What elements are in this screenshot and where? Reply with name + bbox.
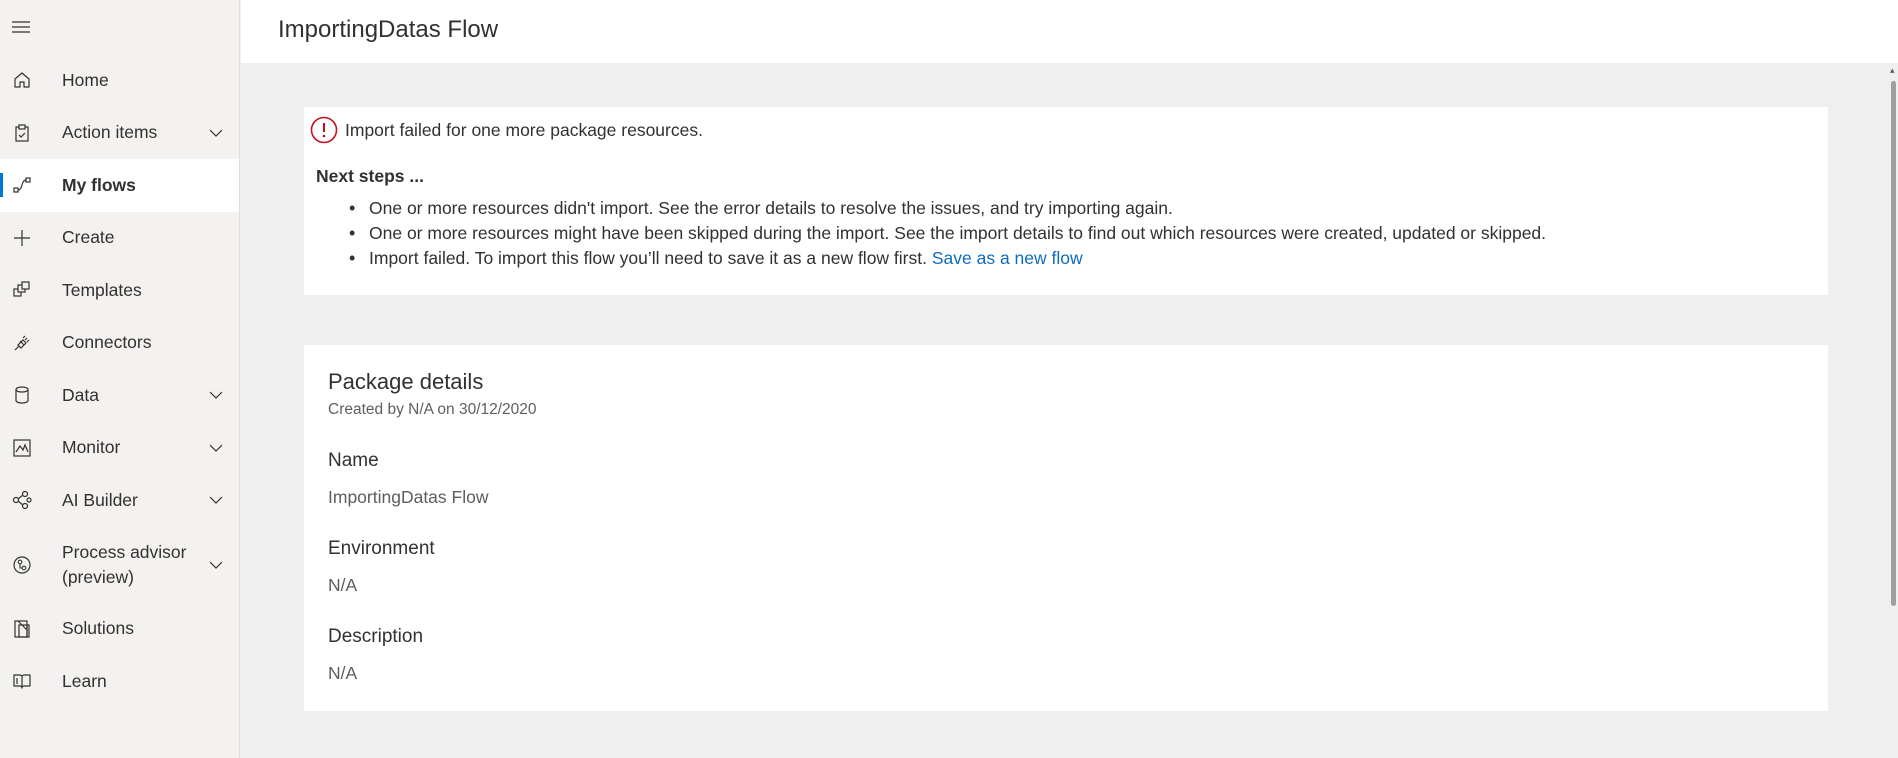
- database-icon: [12, 385, 32, 405]
- book-icon: [12, 671, 32, 691]
- next-steps-heading: Next steps ...: [316, 166, 424, 186]
- nav-item-process-advisor[interactable]: Process advisor (preview): [0, 527, 239, 603]
- vertical-scrollbar[interactable]: ▴: [1886, 63, 1898, 758]
- chevron-down-icon[interactable]: [207, 124, 225, 142]
- nav-label: Process advisor: [62, 541, 187, 562]
- monitor-chart-icon: [12, 438, 32, 458]
- plus-icon: [12, 228, 32, 248]
- nav-label: Home: [62, 69, 109, 90]
- save-as-new-flow-link[interactable]: Save as a new flow: [932, 248, 1083, 268]
- process-advisor-icon: [12, 555, 32, 575]
- list-item: Import failed. To import this flow you’l…: [349, 246, 1546, 271]
- description-label: Description: [328, 626, 424, 647]
- clipboard-icon: [12, 123, 32, 143]
- environment-value: N/A: [328, 575, 358, 595]
- ai-builder-icon: [12, 490, 32, 510]
- nav-item-connectors[interactable]: Connectors: [0, 317, 239, 370]
- next-steps-list: One or more resources didn't import. See…: [349, 196, 1546, 271]
- step-text: One or more resources might have been sk…: [369, 223, 1547, 243]
- nav-item-templates[interactable]: Templates: [0, 264, 239, 317]
- list-item: One or more resources didn't import. See…: [349, 196, 1546, 221]
- hamburger-menu-icon[interactable]: [10, 16, 32, 38]
- nav-item-data[interactable]: Data: [0, 369, 239, 422]
- nav-label: Solutions: [62, 618, 134, 639]
- page-title: ImportingDatas Flow: [278, 16, 499, 43]
- chevron-down-icon[interactable]: [207, 386, 225, 404]
- scroll-up-arrow-icon[interactable]: ▴: [1890, 65, 1895, 75]
- chevron-down-icon[interactable]: [207, 491, 225, 509]
- environment-label: Environment: [328, 538, 435, 559]
- nav-label-secondary: (preview): [62, 566, 134, 587]
- nav-item-create[interactable]: Create: [0, 212, 239, 265]
- templates-icon: [12, 280, 32, 300]
- nav-label: Create: [62, 227, 115, 248]
- nav-item-home[interactable]: Home: [0, 54, 239, 107]
- solutions-icon: [12, 619, 32, 639]
- nav-label: Learn: [62, 670, 107, 691]
- package-details-title: Package details: [328, 369, 484, 394]
- nav-label: Monitor: [62, 437, 121, 458]
- step-text: Import failed. To import this flow you’l…: [369, 248, 927, 268]
- nav-item-solutions[interactable]: Solutions: [0, 603, 239, 656]
- description-value: N/A: [328, 663, 358, 683]
- import-error-card: Import failed for one more package resou…: [304, 107, 1828, 295]
- flow-icon: [12, 175, 32, 195]
- error-message: Import failed for one more package resou…: [345, 120, 703, 140]
- nav-item-my-flows[interactable]: My flows: [0, 159, 239, 212]
- package-details-card: Package details Created by N/A on 30/12/…: [304, 345, 1828, 711]
- nav-item-action-items[interactable]: Action items: [0, 107, 239, 160]
- left-navigation: Home Action items My flows Create Templa…: [0, 0, 240, 758]
- nav-label: Data: [62, 384, 99, 405]
- scroll-thumb[interactable]: [1891, 81, 1896, 606]
- chevron-down-icon[interactable]: [207, 439, 225, 457]
- home-icon: [12, 70, 32, 90]
- nav-item-monitor[interactable]: Monitor: [0, 422, 239, 475]
- nav-label: My flows: [62, 174, 136, 195]
- nav-item-learn[interactable]: Learn: [0, 655, 239, 708]
- chevron-down-icon[interactable]: [207, 556, 225, 574]
- nav-label: Templates: [62, 279, 142, 300]
- nav-list: Home Action items My flows Create Templa…: [0, 54, 239, 708]
- name-label: Name: [328, 450, 379, 471]
- step-text: One or more resources didn't import. See…: [369, 198, 1173, 218]
- name-value: ImportingDatas Flow: [328, 487, 489, 507]
- error-icon: [310, 116, 338, 144]
- nav-label: AI Builder: [62, 489, 138, 510]
- connector-plug-icon: [12, 333, 32, 353]
- nav-label: Connectors: [62, 332, 152, 353]
- page-header: ImportingDatas Flow: [241, 0, 1898, 63]
- list-item: One or more resources might have been sk…: [349, 221, 1546, 246]
- nav-label: Action items: [62, 122, 158, 143]
- package-created-info: Created by N/A on 30/12/2020: [328, 401, 537, 418]
- nav-item-ai-builder[interactable]: AI Builder: [0, 474, 239, 527]
